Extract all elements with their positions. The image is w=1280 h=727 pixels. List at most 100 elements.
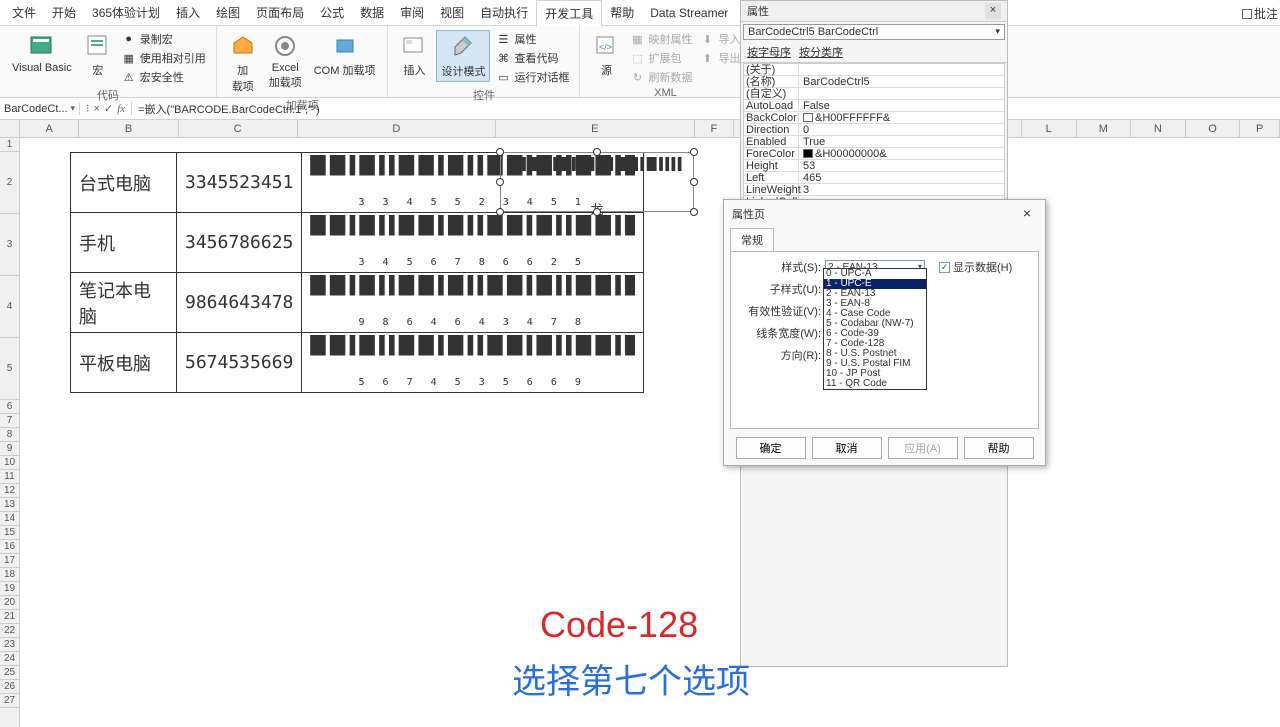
barcode-cell[interactable]: █▌█▌▌█▌▌▌█▌█▌▌█▌▌▌█▌█▌▌█▌▌▌█▌█▌▌█3 4 5 6… — [302, 213, 644, 273]
row-header[interactable]: 21 — [0, 610, 19, 624]
design-mode-button[interactable]: 设计模式 — [436, 30, 490, 82]
prop-value[interactable]: False — [799, 100, 1004, 111]
handle-mr[interactable] — [690, 178, 698, 186]
row-header[interactable]: 3 — [0, 214, 19, 276]
col-header-C[interactable]: C — [179, 120, 298, 137]
row-header[interactable]: 6 — [0, 400, 19, 414]
sort-category-tab[interactable]: 按分类序 — [799, 44, 843, 60]
record-macro-button[interactable]: ●录制宏 — [120, 30, 208, 48]
product-code-cell[interactable]: 3345523451 — [177, 153, 302, 213]
tab-帮助[interactable]: 帮助 — [602, 0, 642, 25]
comments-button[interactable]: 批注 — [1242, 5, 1278, 22]
refresh-button[interactable]: ↻刷新数据 — [628, 68, 694, 86]
props-object-select[interactable]: BarCodeCtrl5 BarCodeCtrl▾ — [743, 24, 1005, 40]
excel-addin-button[interactable]: Excel 加载项 — [265, 30, 306, 92]
row-header[interactable]: 27 — [0, 694, 19, 708]
product-name-cell[interactable]: 笔记本电脑 — [71, 273, 177, 333]
cancel-icon[interactable]: × — [94, 103, 100, 115]
export-button[interactable]: ⬆导出 — [698, 49, 742, 67]
show-data-checkbox[interactable]: ✓显示数据(H) — [939, 259, 1012, 275]
barcode-cell[interactable]: █▌█▌▌█▌▌▌█▌█▌▌█▌▌▌█▌█▌▌█▌▌▌█▌█▌▌█9 8 6 4… — [302, 273, 644, 333]
sort-alpha-tab[interactable]: 按字母序 — [747, 44, 791, 60]
col-header-O[interactable]: O — [1186, 120, 1241, 137]
product-name-cell[interactable]: 台式电脑 — [71, 153, 177, 213]
props-close-icon[interactable]: × — [985, 3, 1001, 19]
dialog-close-button[interactable]: × — [1017, 204, 1037, 224]
prop-value[interactable] — [799, 88, 1004, 99]
row-header[interactable]: 4 — [0, 276, 19, 338]
tab-审阅[interactable]: 审阅 — [392, 0, 432, 25]
row-header[interactable]: 13 — [0, 498, 19, 512]
handle-tr[interactable] — [690, 148, 698, 156]
col-header-B[interactable]: B — [79, 120, 178, 137]
row-header[interactable]: 14 — [0, 512, 19, 526]
formula-input[interactable]: =嵌入("BARCODE.BarCodeCtrl.1","") — [132, 101, 1280, 117]
row-header[interactable]: 22 — [0, 624, 19, 638]
visual-basic-button[interactable]: Visual Basic — [8, 30, 76, 76]
prop-value[interactable]: 0 — [799, 124, 1004, 135]
macro-button[interactable]: 宏 — [80, 30, 116, 80]
prop-row[interactable]: AutoLoadFalse — [744, 100, 1004, 112]
prop-value[interactable]: &H00FFFFFF& — [799, 112, 1004, 123]
handle-ml[interactable] — [496, 178, 504, 186]
prop-value[interactable]: 53 — [799, 160, 1004, 171]
col-header-L[interactable]: L — [1022, 120, 1077, 137]
row-header[interactable]: 19 — [0, 582, 19, 596]
style-option[interactable]: 11 - QR Code — [824, 379, 926, 389]
tab-Data Streamer[interactable]: Data Streamer — [642, 2, 736, 24]
prop-row[interactable]: (名称)BarCodeCtrl5 — [744, 76, 1004, 88]
apply-button[interactable]: 应用(A) — [888, 437, 958, 459]
tab-数据[interactable]: 数据 — [352, 0, 392, 25]
row-header[interactable]: 5 — [0, 338, 19, 400]
tab-公式[interactable]: 公式 — [312, 0, 352, 25]
prop-row[interactable]: Height53 — [744, 160, 1004, 172]
tab-365体验计划[interactable]: 365体验计划 — [84, 0, 168, 25]
prop-row[interactable]: Left465 — [744, 172, 1004, 184]
row-header[interactable]: 20 — [0, 596, 19, 610]
col-header-P[interactable]: P — [1240, 120, 1280, 137]
com-addin-button[interactable]: COM 加载项 — [310, 30, 380, 80]
select-all-corner[interactable] — [0, 120, 20, 137]
product-name-cell[interactable]: 平板电脑 — [71, 333, 177, 393]
tab-开始[interactable]: 开始 — [44, 0, 84, 25]
prop-value[interactable]: True — [799, 136, 1004, 147]
prop-row[interactable]: (关于) — [744, 64, 1004, 76]
row-header[interactable]: 11 — [0, 470, 19, 484]
col-header-M[interactable]: M — [1077, 120, 1132, 137]
row-header[interactable]: 24 — [0, 652, 19, 666]
addin-button[interactable]: 加 载项 — [225, 30, 261, 96]
handle-bl[interactable] — [496, 208, 504, 216]
prop-value[interactable] — [799, 64, 1004, 75]
barcode-cell[interactable]: █▌█▌▌█▌▌▌█▌█▌▌█▌▌▌█▌█▌▌█▌▌▌█▌█▌▌█5 6 7 4… — [302, 333, 644, 393]
row-header[interactable]: 15 — [0, 526, 19, 540]
handle-br[interactable] — [690, 208, 698, 216]
product-code-cell[interactable]: 5674535669 — [177, 333, 302, 393]
row-header[interactable]: 2 — [0, 152, 19, 214]
row-header[interactable]: 16 — [0, 540, 19, 554]
run-dialog-button[interactable]: ▭运行对话框 — [494, 68, 571, 86]
insert-ctrl-button[interactable]: 插入 — [396, 30, 432, 80]
help-button[interactable]: 帮助 — [964, 437, 1034, 459]
product-code-cell[interactable]: 3456786625 — [177, 213, 302, 273]
row-header[interactable]: 18 — [0, 568, 19, 582]
product-code-cell[interactable]: 9864643478 — [177, 273, 302, 333]
relative-ref-button[interactable]: ▦使用相对引用 — [120, 49, 208, 67]
col-header-F[interactable]: F — [695, 120, 735, 137]
col-header-E[interactable]: E — [496, 120, 694, 137]
tab-页面布局[interactable]: 页面布局 — [248, 0, 312, 25]
row-header[interactable]: 17 — [0, 554, 19, 568]
selected-barcode-object[interactable]: ▌▌▌█▌▌▌▌█▌▌▌▌▌█▌▌█▌▌▌▌█▌▌▌▌▌ 龙 — [500, 152, 694, 212]
prop-row[interactable]: LineWeight3 — [744, 184, 1004, 196]
prop-value[interactable]: BarCodeCtrl5 — [799, 76, 1004, 87]
prop-row[interactable]: EnabledTrue — [744, 136, 1004, 148]
tab-绘图[interactable]: 绘图 — [208, 0, 248, 25]
fx-expand-icon[interactable]: ⁝ — [86, 102, 90, 115]
row-header[interactable]: 10 — [0, 456, 19, 470]
row-header[interactable]: 9 — [0, 442, 19, 456]
dialog-title-bar[interactable]: 属性页 × — [724, 200, 1045, 228]
row-header[interactable]: 23 — [0, 638, 19, 652]
handle-bm[interactable] — [593, 208, 601, 216]
view-code-button[interactable]: ⌘查看代码 — [494, 49, 571, 67]
cancel-button[interactable]: 取消 — [812, 437, 882, 459]
prop-row[interactable]: Direction0 — [744, 124, 1004, 136]
